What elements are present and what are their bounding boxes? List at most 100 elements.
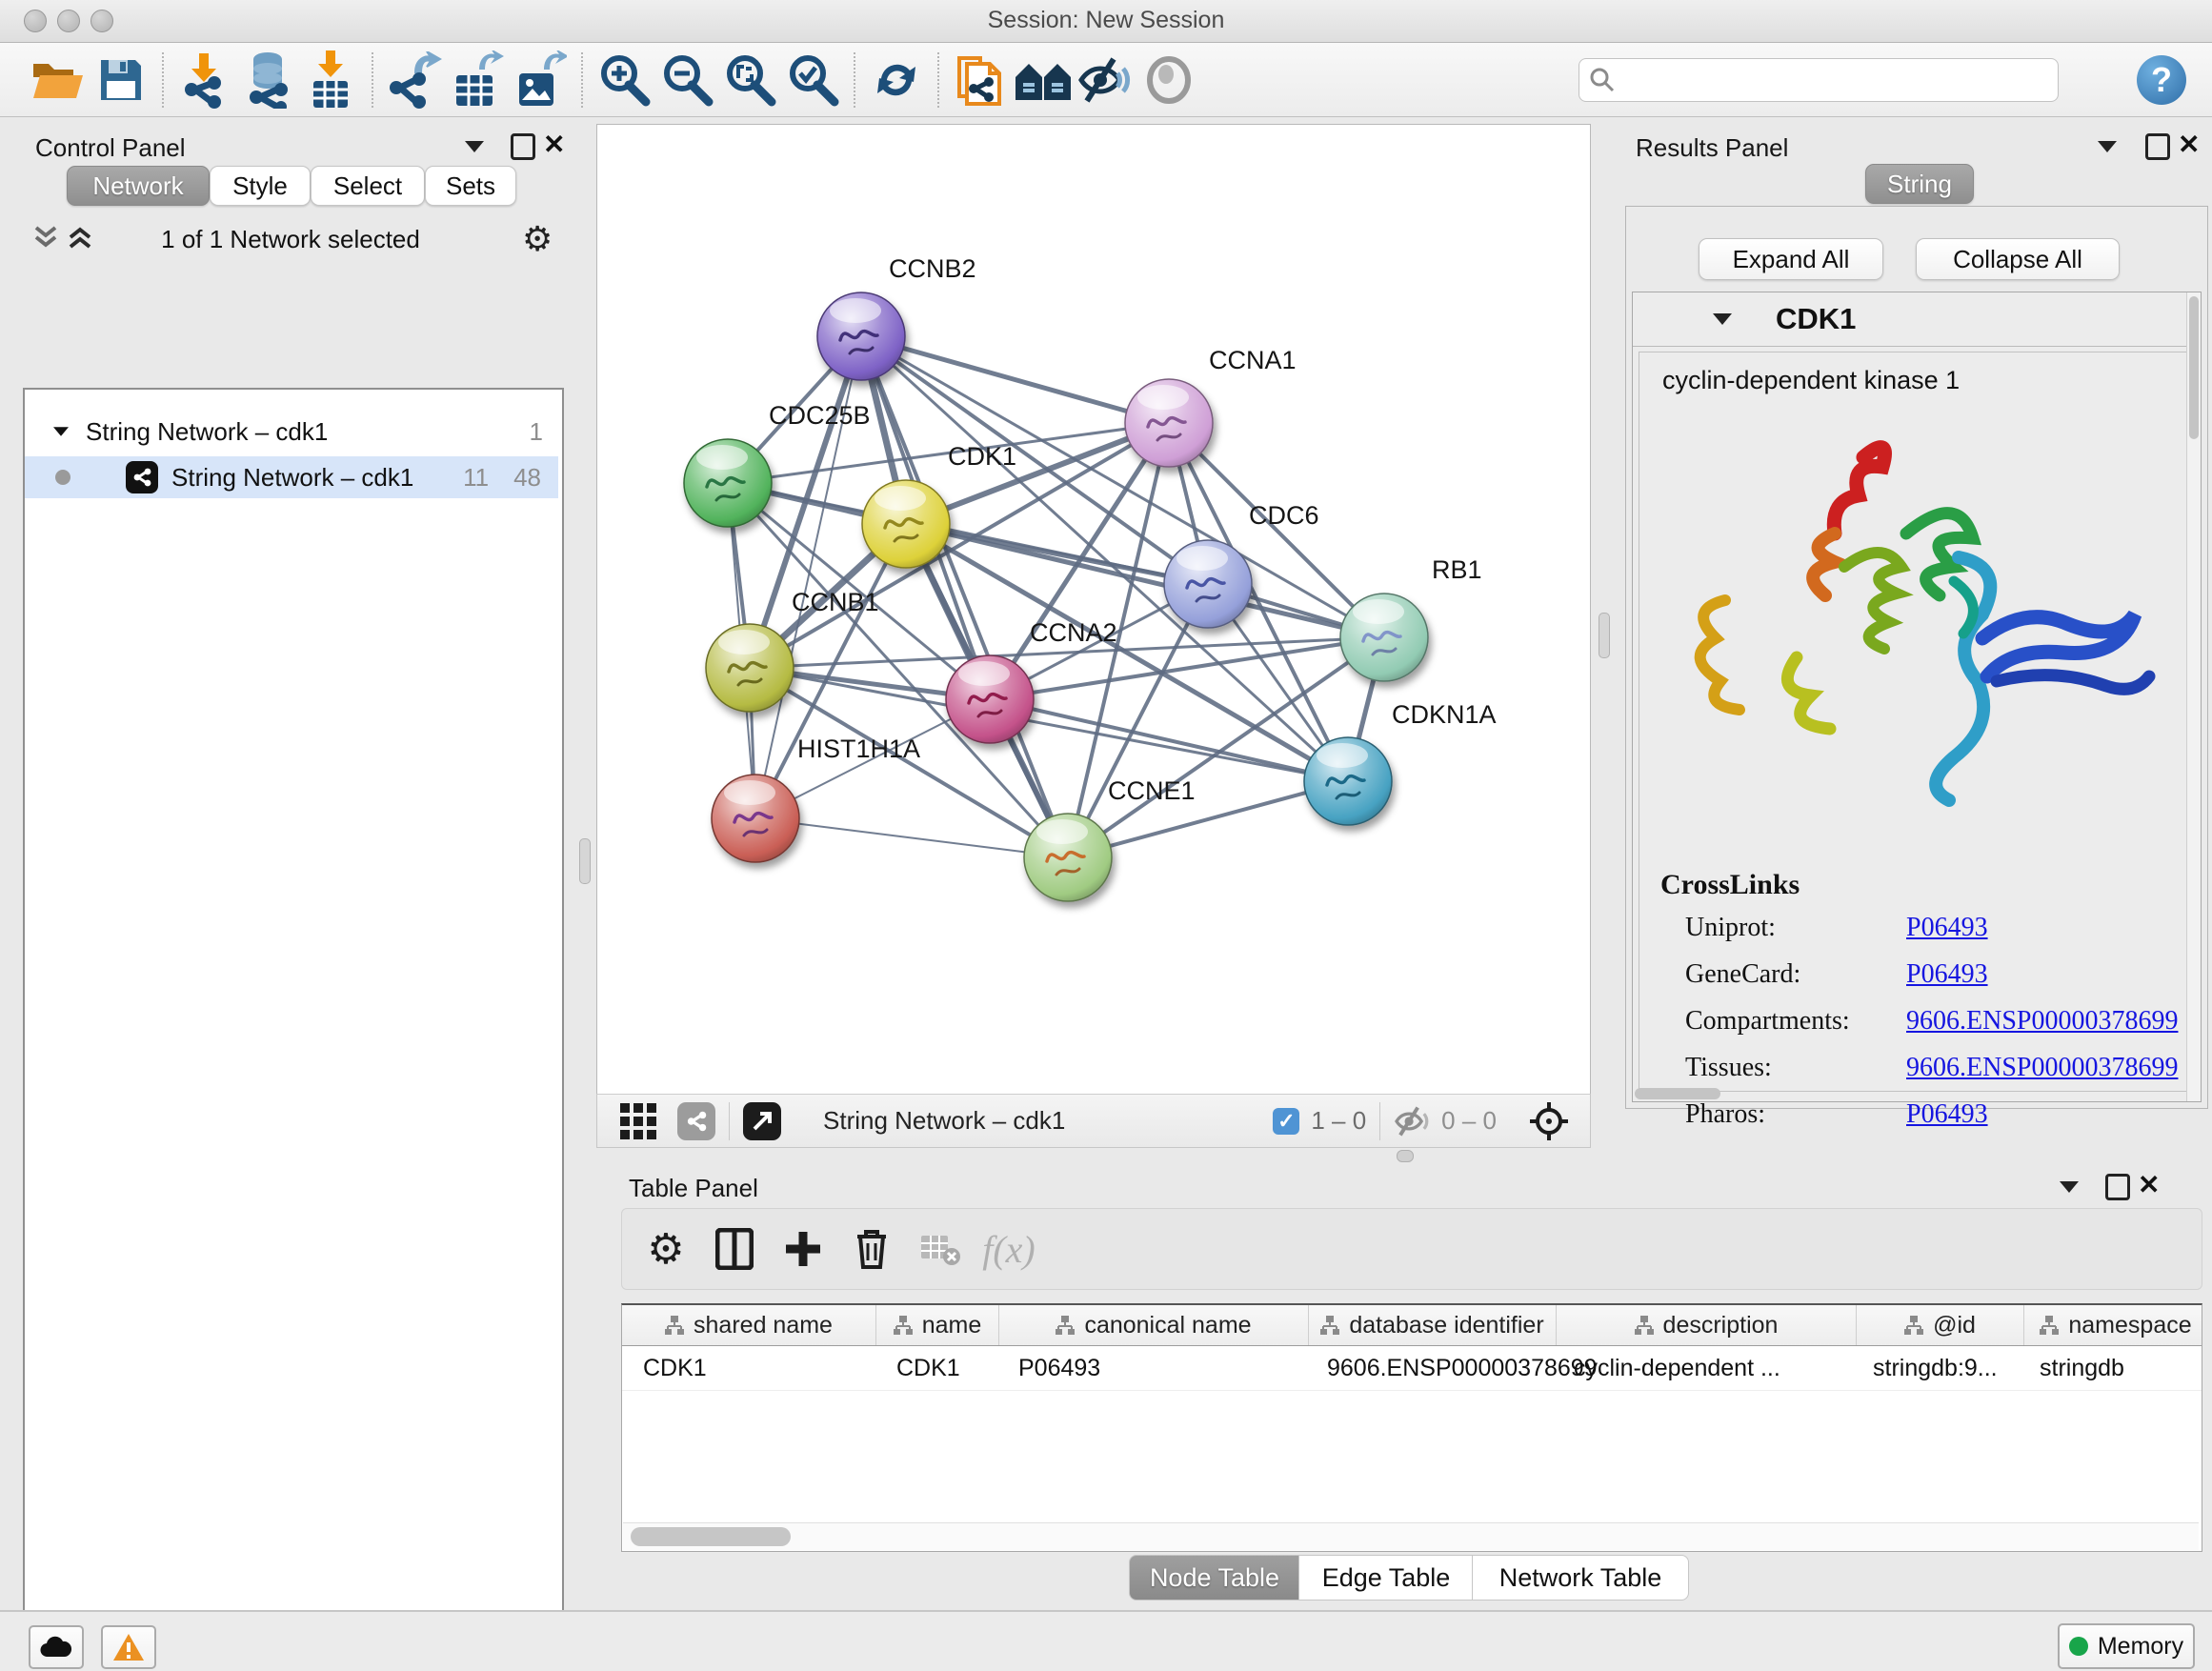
tab-edge-table[interactable]: Edge Table — [1298, 1555, 1474, 1601]
network-node[interactable] — [1340, 594, 1428, 681]
network-edge[interactable] — [861, 336, 1068, 857]
column-header[interactable]: description — [1557, 1305, 1857, 1345]
table-panel-close-icon[interactable]: ✕ — [2138, 1172, 2160, 1198]
crosslink-link[interactable]: P06493 — [1906, 959, 1988, 990]
import-network-file-button[interactable] — [173, 49, 236, 111]
network-node[interactable] — [1304, 737, 1392, 825]
table-panel-float-icon[interactable] — [2105, 1174, 2130, 1200]
network-node[interactable] — [712, 775, 799, 862]
import-network-database-button[interactable] — [236, 49, 299, 111]
string-home-button[interactable] — [1012, 49, 1075, 111]
column-header[interactable]: name — [876, 1305, 999, 1345]
tab-select[interactable]: Select — [311, 166, 425, 206]
tab-style[interactable]: Style — [210, 166, 311, 206]
control-panel-float-icon[interactable] — [511, 133, 535, 160]
export-network-button[interactable] — [383, 49, 446, 111]
collapse-all-button[interactable]: Collapse All — [1916, 238, 2120, 280]
network-canvas[interactable]: CCNB2CCNA1CDC25BCDK1CDC6RB1CCNB1CCNA2CDK… — [596, 124, 1591, 1096]
column-header[interactable]: database identifier — [1309, 1305, 1557, 1345]
save-session-button[interactable] — [90, 49, 152, 111]
string-import-button[interactable] — [949, 49, 1012, 111]
crosslink-row: Uniprot:P06493 — [1685, 913, 2181, 943]
left-splitter-handle[interactable] — [579, 838, 591, 884]
column-header[interactable]: @id — [1857, 1305, 2024, 1345]
control-panel-close-icon[interactable]: ✕ — [543, 131, 565, 158]
search-input[interactable] — [1616, 66, 2029, 94]
network-node[interactable] — [817, 292, 905, 380]
memory-button[interactable]: Memory — [2058, 1623, 2195, 1669]
tab-string[interactable]: String — [1865, 164, 1974, 204]
detach-view-button[interactable] — [743, 1102, 781, 1140]
selected-checkbox-icon[interactable]: ✓ — [1273, 1108, 1299, 1135]
column-header[interactable]: shared name — [622, 1305, 876, 1345]
network-node[interactable] — [862, 480, 950, 568]
network-edge[interactable] — [990, 699, 1348, 781]
function-builder-button[interactable]: f(x) — [975, 1215, 1043, 1283]
node-section-header[interactable]: CDK1 — [1633, 292, 2199, 347]
column-label: database identifier — [1349, 1312, 1543, 1339]
table-body: CDK1CDK1P064939606.ENSP00000378699cyclin… — [622, 1346, 2202, 1391]
table-options-gear-icon[interactable]: ⚙ — [632, 1215, 700, 1283]
table-row[interactable]: CDK1CDK1P064939606.ENSP00000378699cyclin… — [622, 1346, 2202, 1391]
warnings-button[interactable] — [101, 1625, 156, 1669]
delete-table-button[interactable] — [906, 1215, 975, 1283]
cloud-status-button[interactable] — [29, 1625, 84, 1669]
network-node[interactable] — [706, 624, 794, 712]
network-collection-row[interactable]: String Network – cdk1 1 — [25, 411, 558, 453]
results-panel-menu-icon[interactable] — [2098, 141, 2117, 152]
grid-view-icon[interactable] — [620, 1103, 656, 1139]
network-edge[interactable] — [990, 423, 1169, 699]
crosslink-link[interactable]: P06493 — [1906, 913, 1988, 943]
collapse-all-icon[interactable] — [32, 225, 61, 250]
results-vertical-scrollbar[interactable] — [2186, 292, 2201, 1101]
results-panel-close-icon[interactable]: ✕ — [2178, 131, 2200, 158]
section-expander-icon[interactable] — [1713, 313, 1732, 325]
network-options-gear-icon[interactable]: ⚙ — [522, 219, 553, 259]
column-header[interactable]: namespace — [2024, 1305, 2202, 1345]
tree-expander-icon[interactable] — [53, 427, 69, 436]
network-node[interactable] — [1024, 814, 1112, 901]
network-node[interactable] — [1164, 540, 1252, 628]
export-table-button[interactable] — [446, 49, 509, 111]
import-table-file-button[interactable] — [299, 49, 362, 111]
network-share-view-icon[interactable] — [677, 1102, 715, 1140]
zoom-in-button[interactable] — [593, 49, 655, 111]
horizontal-splitter-handle[interactable] — [1397, 1150, 1414, 1162]
tab-network[interactable]: Network — [67, 166, 210, 206]
export-image-button[interactable] — [509, 49, 572, 111]
network-node[interactable] — [684, 439, 772, 527]
expand-all-icon[interactable] — [67, 225, 95, 250]
open-session-button[interactable] — [27, 49, 90, 111]
network-edge[interactable] — [755, 818, 1068, 857]
column-header[interactable]: canonical name — [999, 1305, 1309, 1345]
control-panel-menu-icon[interactable] — [465, 141, 484, 152]
help-button[interactable]: ? — [2130, 49, 2193, 111]
tab-sets[interactable]: Sets — [425, 166, 516, 206]
table-panel-menu-icon[interactable] — [2060, 1181, 2079, 1193]
results-horizontal-scrollbar[interactable] — [1635, 1088, 1720, 1099]
zoom-selected-button[interactable] — [781, 49, 844, 111]
create-column-button[interactable] — [769, 1215, 837, 1283]
crosslink-link[interactable]: P06493 — [1906, 1099, 1988, 1130]
tab-node-table[interactable]: Node Table — [1129, 1555, 1300, 1601]
apply-layout-button[interactable] — [865, 49, 928, 111]
birds-eye-crosshair-icon[interactable] — [1529, 1101, 1569, 1141]
scrollbar-thumb[interactable] — [631, 1527, 791, 1546]
expand-all-button[interactable]: Expand All — [1699, 238, 1883, 280]
show-graphics-details-button[interactable] — [1137, 49, 1200, 111]
network-node[interactable] — [946, 655, 1034, 743]
delete-columns-button[interactable] — [837, 1215, 906, 1283]
tab-network-table[interactable]: Network Table — [1472, 1555, 1689, 1601]
crosslink-link[interactable]: 9606.ENSP00000378699 — [1906, 1053, 2178, 1083]
network-node[interactable] — [1125, 379, 1213, 467]
show-columns-button[interactable] — [700, 1215, 769, 1283]
network-row[interactable]: String Network – cdk1 11 48 — [25, 456, 558, 498]
table-horizontal-scrollbar[interactable] — [623, 1522, 2199, 1550]
enhanced-graphics-hide-button[interactable] — [1075, 49, 1137, 111]
zoom-out-button[interactable] — [655, 49, 718, 111]
crosslink-link[interactable]: 9606.ENSP00000378699 — [1906, 1006, 2178, 1037]
scrollbar-thumb[interactable] — [2189, 296, 2199, 439]
zoom-fit-button[interactable] — [718, 49, 781, 111]
results-panel-float-icon[interactable] — [2145, 133, 2170, 160]
column-label: @id — [1933, 1312, 1976, 1339]
